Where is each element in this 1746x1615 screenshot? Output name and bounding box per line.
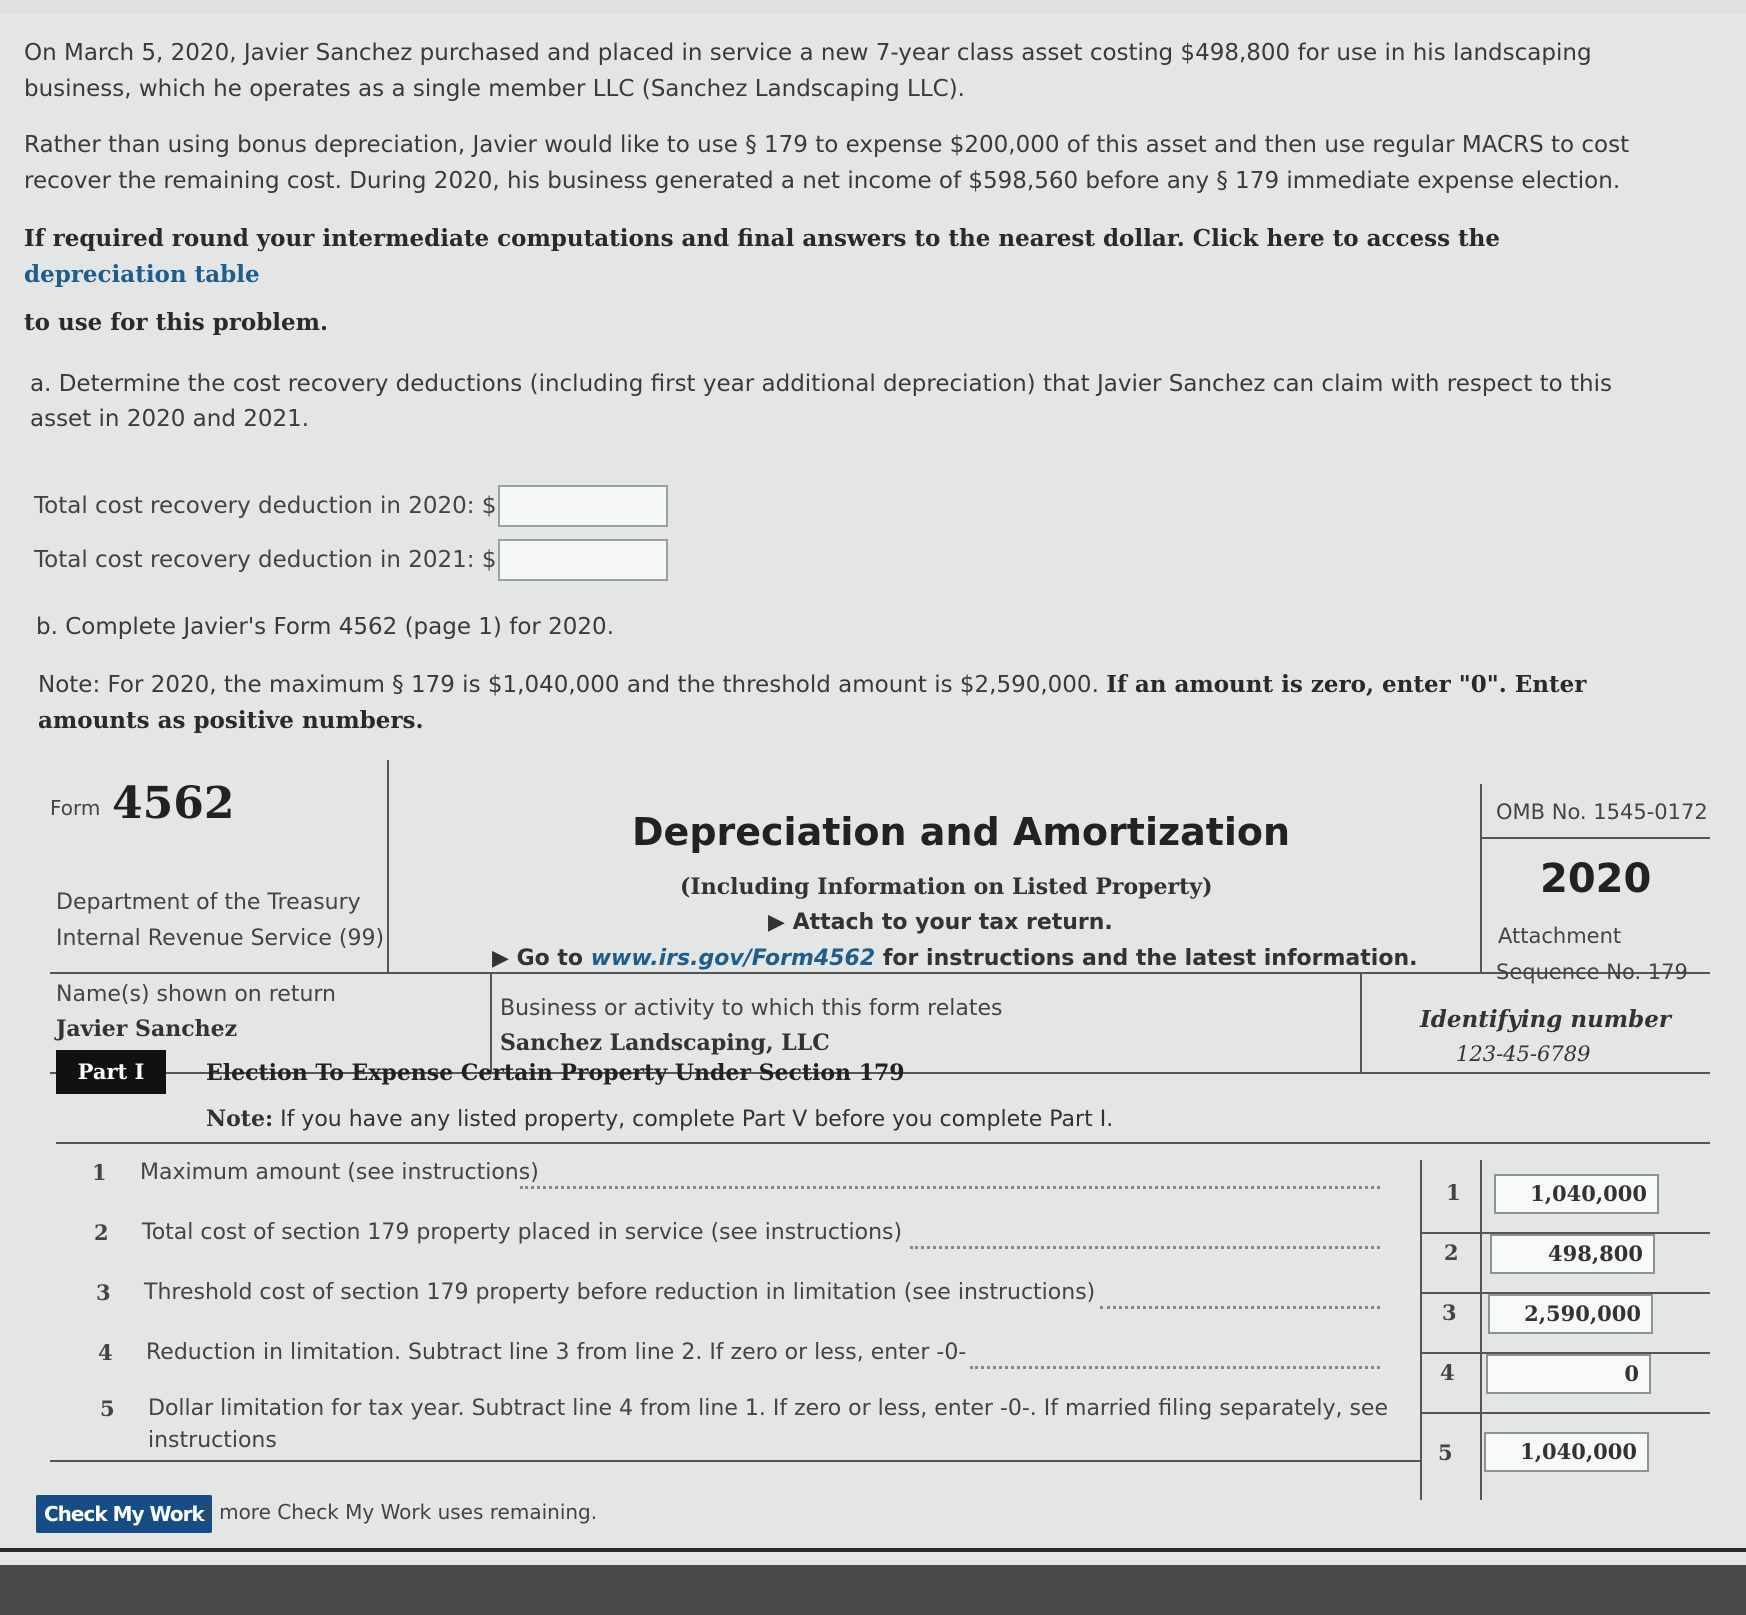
header-divider-right: [1480, 784, 1482, 972]
dept-treasury: Department of the Treasury: [56, 890, 361, 915]
deduction-2021-input[interactable]: [498, 539, 669, 581]
part-i-note: Note: If you have any listed property, c…: [206, 1106, 1113, 1132]
line-4-box-number: 4: [1440, 1360, 1455, 1385]
top-cropped-header: [0, 0, 1746, 14]
line-2-description: Total cost of section 179 property place…: [142, 1220, 903, 1245]
line-4-dots: [970, 1366, 1380, 1369]
part-b-question: b. Complete Javier's Form 4562 (page 1) …: [36, 614, 614, 640]
form-word: Form: [50, 796, 101, 820]
part-i-divider: [56, 1142, 1710, 1144]
line-5-box-number: 5: [1438, 1440, 1453, 1465]
note-plain-text: Note: For 2020, the maximum § 179 is $1,…: [38, 672, 1099, 698]
business-name: Sanchez Landscaping, LLC: [500, 1030, 830, 1056]
goto-instruction: ▶ Go to www.irs.gov/Form4562 for instruc…: [492, 946, 1417, 971]
tax-year: 2020: [1540, 856, 1652, 902]
line-5-number: 5: [100, 1396, 115, 1421]
line-4-rule: [1420, 1412, 1710, 1414]
instruction-text-end: to use for this problem.: [24, 309, 329, 336]
part-b-note-line1: Note: For 2020, the maximum § 179 is $1,…: [38, 666, 1586, 704]
part-i-label: Part I: [56, 1050, 166, 1094]
answer-label-2020: Total cost recovery deduction in 2020: $: [34, 493, 497, 519]
deduction-2020-input[interactable]: [498, 485, 669, 527]
part-i-note-text: If you have any listed property, complet…: [280, 1107, 1114, 1132]
identifying-number-label: Identifying number: [1420, 1006, 1671, 1033]
part-i-note-label: Note:: [206, 1106, 274, 1132]
name-divider: [490, 972, 492, 1072]
form-4562: Form 4562 Department of the Treasury Int…: [50, 760, 1730, 1500]
answer-label-2021: Total cost recovery deduction in 2021: $: [34, 547, 497, 573]
business-divider: [1360, 972, 1362, 1072]
line-3-number: 3: [96, 1280, 111, 1305]
check-remaining-text: 2 more Check My Work uses remaining.: [200, 1500, 598, 1524]
answer-row-2020: Total cost recovery deduction in 2020: $: [34, 485, 669, 527]
header-bottom-line: [50, 972, 1710, 974]
attach-instruction: ▶ Attach to your tax return.: [768, 910, 1113, 935]
bottom-divider: [0, 1548, 1746, 1552]
part-a-question: a. Determine the cost recovery deduction…: [30, 371, 1612, 397]
irs-label: Internal Revenue Service (99): [56, 926, 385, 951]
line-5-value[interactable]: 1,040,000: [1484, 1432, 1649, 1472]
line-3-dots: [1100, 1306, 1380, 1309]
line-3-value[interactable]: 2,590,000: [1488, 1294, 1653, 1334]
instruction-text: If required round your intermediate comp…: [24, 225, 1501, 252]
header-divider-left: [387, 760, 389, 972]
line-4-description: Reduction in limitation. Subtract line 3…: [146, 1340, 967, 1365]
part-a-question-line2: asset in 2020 and 2021.: [30, 406, 310, 432]
bottom-bar: [0, 1565, 1746, 1615]
part-i-title: Election To Expense Certain Property Und…: [206, 1060, 905, 1086]
answer-row-2021: Total cost recovery deduction in 2021: $: [34, 539, 669, 581]
omb-divider: [1480, 837, 1710, 839]
omb-number: OMB No. 1545-0172: [1496, 800, 1708, 824]
line-1-dots: [520, 1186, 1380, 1189]
box-column-divider: [1420, 1160, 1422, 1500]
note-bold-text: If an amount is zero, enter "0". Enter: [1106, 671, 1587, 698]
problem-para2-line2: recover the remaining cost. During 2020,…: [24, 168, 1621, 194]
line-5-description: Dollar limitation for tax year. Subtract…: [148, 1396, 1388, 1421]
taxpayer-name: Javier Sanchez: [56, 1016, 238, 1042]
form-number: 4562: [112, 778, 235, 829]
line-5-description-cont: instructions: [148, 1428, 277, 1453]
part-b-note-line2: amounts as positive numbers.: [38, 707, 424, 734]
check-my-work-button[interactable]: Check My Work: [36, 1495, 212, 1533]
problem-para1-line1: On March 5, 2020, Javier Sanchez purchas…: [24, 40, 1592, 66]
line-1-description: Maximum amount (see instructions): [140, 1160, 539, 1185]
form-subtitle: (Including Information on Listed Propert…: [680, 874, 1213, 900]
sequence-number: Sequence No. 179: [1496, 960, 1688, 984]
line-4-value[interactable]: 0: [1486, 1354, 1651, 1394]
problem-para2-line1: Rather than using bonus depreciation, Ja…: [24, 132, 1630, 158]
line-2-box-number: 2: [1444, 1240, 1459, 1265]
value-column-divider: [1480, 1160, 1482, 1500]
identifying-number: 123-45-6789: [1456, 1042, 1591, 1066]
problem-para1-line2: business, which he operates as a single …: [24, 76, 965, 102]
line-5-rule: [50, 1460, 1420, 1462]
goto-suffix: for instructions and the latest informat…: [882, 946, 1418, 971]
line-3-description: Threshold cost of section 179 property b…: [144, 1280, 1096, 1305]
irs-form-link[interactable]: www.irs.gov/Form4562: [591, 946, 875, 971]
depreciation-table-link[interactable]: depreciation table: [24, 256, 260, 294]
line-1-number: 1: [92, 1160, 107, 1185]
attachment-label: Attachment: [1498, 924, 1622, 948]
name-label: Name(s) shown on return: [56, 982, 336, 1007]
line-3-box-number: 3: [1442, 1300, 1457, 1325]
line-1-value[interactable]: 1,040,000: [1494, 1174, 1659, 1214]
line-2-dots: [910, 1246, 1380, 1249]
line-4-number: 4: [98, 1340, 113, 1365]
line-2-number: 2: [94, 1220, 109, 1245]
form-title: Depreciation and Amortization: [632, 810, 1291, 854]
goto-prefix: ▶ Go to: [492, 946, 584, 971]
line-2-value[interactable]: 498,800: [1490, 1234, 1655, 1274]
line-1-box-number: 1: [1446, 1180, 1461, 1205]
business-label: Business or activity to which this form …: [500, 996, 1003, 1021]
part-a-question-line1: a. Determine the cost recovery deduction…: [30, 365, 1612, 403]
